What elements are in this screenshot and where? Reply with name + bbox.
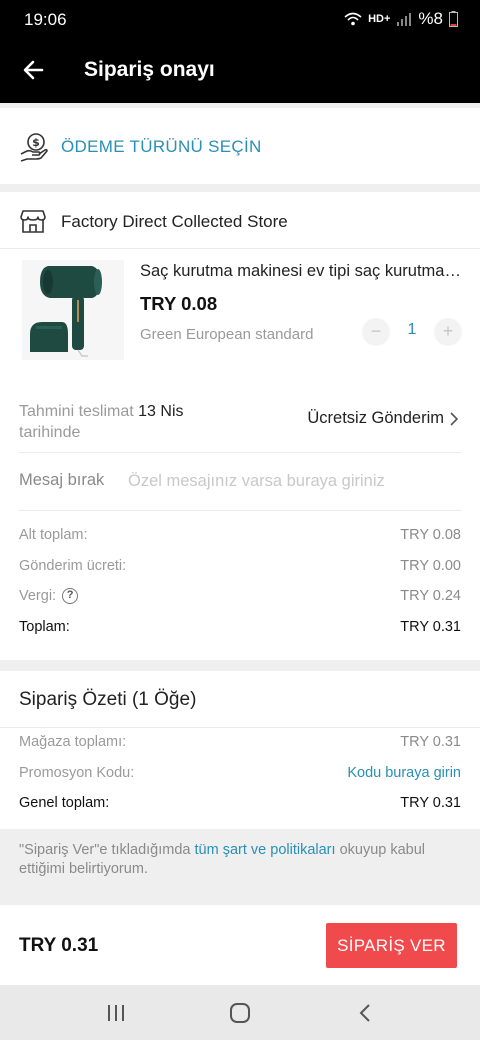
tax-value: TRY 0.24 [400,588,461,605]
payment-hand-icon: $ [20,133,48,162]
subtotal-value: TRY 0.08 [400,527,461,543]
quantity-stepper: − 1 + [362,318,462,346]
decrease-quantity-button[interactable]: − [362,318,390,346]
app-bar: Sipariş onayı [0,40,480,103]
page-title: Sipariş onayı [84,58,215,81]
system-navigation-bar [0,985,480,1040]
battery-icon [449,11,458,27]
order-summary-title: Sipariş Özeti (1 Öğe) [19,689,197,710]
delivery-label: Tahmini teslimat [19,403,134,420]
estimated-delivery: Tahmini teslimat 13 Nis tarihinde [19,401,219,443]
shipping-fee-label: Gönderim ücreti: [19,558,127,574]
tax-label-wrap: Vergi:? [19,588,79,605]
promo-code-label: Promosyon Kodu: [19,765,135,781]
product-image[interactable] [22,260,124,360]
shipping-method-selector[interactable]: Ücretsiz Gönderim [307,409,460,428]
shipping-fee-value: TRY 0.00 [400,558,461,574]
place-order-button[interactable]: SİPARİŞ VER [326,923,457,968]
wifi-icon [344,12,362,26]
quantity-value: 1 [407,321,417,338]
product-variant[interactable]: Green European standard [140,326,313,343]
battery-percent: %8 [418,9,443,28]
tax-label: Vergi: [19,588,57,604]
store-section: Factory Direct Collected Store Saç kurut… [0,192,480,660]
store-total-row: Mağaza toplamı: TRY 0.31 [19,734,461,750]
product-price: TRY 0.08 [140,293,218,314]
tax-row: Vergi:? TRY 0.24 [19,588,461,605]
product-title[interactable]: Saç kurutma makinesi ev tipi saç kurutma… [140,262,462,281]
help-icon[interactable]: ? [62,588,79,605]
status-bar: 19:06 HD+ %8 [0,0,480,40]
network-type: HD+ [368,13,391,25]
divider [18,452,462,453]
divider [0,248,480,249]
store-icon [20,210,46,233]
divider [18,510,462,511]
total-value: TRY 0.31 [400,619,461,635]
terms-link[interactable]: tüm şart ve politikaları [195,842,336,858]
shipping-fee-row: Gönderim ücreti: TRY 0.00 [19,558,461,574]
checkout-total: TRY 0.31 [19,935,99,956]
delivery-label-suffix: tarihinde [19,424,81,441]
chevron-right-icon [450,411,459,426]
signal-icon [397,13,412,26]
grand-total-value: TRY 0.31 [400,795,461,811]
payment-type-selector[interactable]: $ ÖDEME TÜRÜNÜ SEÇİN [0,108,480,184]
subtotal-row: Alt toplam: TRY 0.08 [19,527,461,543]
terms-text-pre: "Sipariş Ver"e tıkladığımda [19,842,195,858]
enter-promo-code-link[interactable]: Kodu buraya girin [347,765,461,781]
promo-code-row: Promosyon Kodu: Kodu buraya girin [19,765,461,781]
divider [0,727,480,728]
payment-type-label: ÖDEME TÜRÜNÜ SEÇİN [61,137,262,156]
order-summary: Sipariş Özeti (1 Öğe) Mağaza toplamı: TR… [0,671,480,829]
seller-message-input[interactable] [128,469,458,493]
delivery-date: 13 Nis [138,403,184,420]
store-name[interactable]: Factory Direct Collected Store [61,212,288,232]
back-arrow-icon[interactable] [20,56,48,84]
home-icon[interactable] [228,1001,252,1025]
increase-quantity-button[interactable]: + [434,318,462,346]
grand-total-row: Genel toplam: TRY 0.31 [19,795,461,811]
svg-text:$: $ [32,136,40,149]
total-label: Toplam: [19,619,70,635]
subtotal-label: Alt toplam: [19,527,88,543]
total-row: Toplam: TRY 0.31 [19,619,461,635]
status-time: 19:06 [24,10,67,29]
status-icons: HD+ %8 [344,9,458,29]
back-nav-icon[interactable] [354,1001,378,1025]
grand-total-label: Genel toplam: [19,795,110,811]
store-total-value: TRY 0.31 [400,734,461,750]
message-label: Mesaj bırak [19,471,105,489]
recent-apps-icon[interactable] [104,1001,128,1025]
store-total-label: Mağaza toplamı: [19,734,127,750]
checkout-bar: TRY 0.31 SİPARİŞ VER [0,905,480,985]
shipping-method-label: Ücretsiz Gönderim [307,409,444,427]
terms-notice: "Sipariş Ver"e tıkladığımda tüm şart ve … [0,829,480,887]
